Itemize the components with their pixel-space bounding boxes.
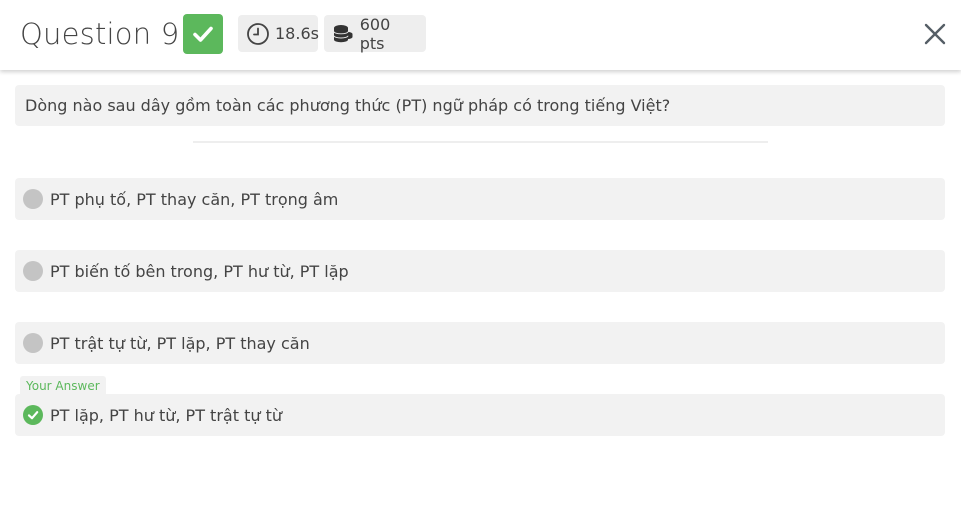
correct-badge	[183, 14, 223, 54]
option-label: PT phụ tố, PT thay căn, PT trọng âm	[50, 189, 339, 209]
question-text-box: Dòng nào sau dây gồm toàn các phương thứ…	[15, 85, 945, 126]
question-title: Question 9	[20, 17, 180, 51]
your-answer-tag: Your Answer	[20, 376, 106, 395]
points-pill: 600 pts	[324, 14, 426, 53]
radio-icon	[23, 189, 43, 209]
close-icon	[924, 23, 946, 45]
radio-icon	[23, 333, 43, 353]
option-label: PT trật tự từ, PT lặp, PT thay căn	[50, 333, 310, 353]
option-label: PT lặp, PT hư từ, PT trật tự từ	[50, 405, 282, 425]
answer-option-1[interactable]: PT phụ tố, PT thay căn, PT trọng âm	[15, 178, 945, 220]
points-value: 600 pts	[359, 14, 391, 53]
radio-icon	[23, 261, 43, 281]
clock-icon	[246, 22, 270, 46]
question-text: Dòng nào sau dây gồm toàn các phương thứ…	[25, 96, 671, 115]
checkmark-icon	[193, 26, 213, 42]
option-label: PT biến tố bên trong, PT hư từ, PT lặp	[50, 261, 349, 281]
divider	[193, 141, 768, 143]
answer-option-2[interactable]: PT biến tố bên trong, PT hư từ, PT lặp	[15, 250, 945, 292]
close-button[interactable]	[920, 19, 950, 49]
time-value: 18.6s	[275, 24, 319, 43]
answer-option-3[interactable]: PT trật tự từ, PT lặp, PT thay căn	[15, 322, 945, 364]
check-circle-icon	[23, 405, 43, 425]
time-pill: 18.6s	[238, 15, 319, 52]
question-header: Question 9 18.6s 600 pts	[0, 0, 961, 70]
coins-icon	[332, 22, 355, 46]
answer-option-4[interactable]: PT lặp, PT hư từ, PT trật tự từ	[15, 394, 945, 436]
